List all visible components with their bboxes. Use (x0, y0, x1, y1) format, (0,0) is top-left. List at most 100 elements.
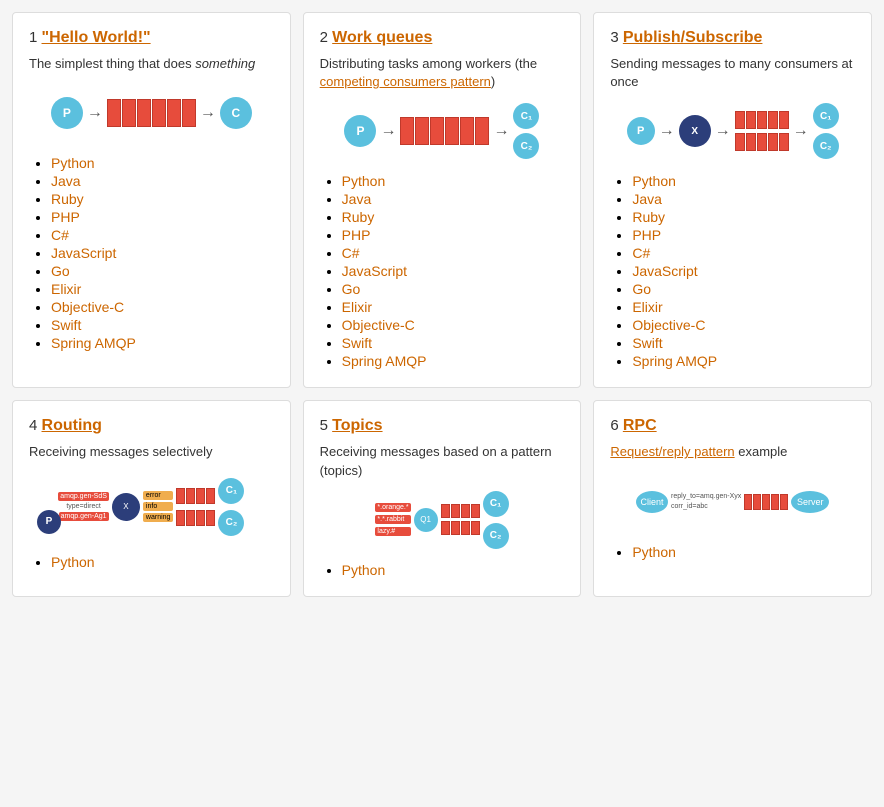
lang-link-javascript[interactable]: JavaScript (51, 245, 116, 261)
list-item: C# (51, 227, 274, 243)
lang-link-python[interactable]: Python (51, 554, 95, 570)
consumer-circle: C (220, 97, 252, 129)
card-2-title-link[interactable]: Work queues (332, 29, 432, 46)
list-item: C# (632, 245, 855, 261)
list-item: JavaScript (51, 245, 274, 261)
card-1-desc: The simplest thing that does something (29, 55, 274, 73)
list-item: Spring AMQP (632, 353, 855, 369)
list-item: PHP (342, 227, 565, 243)
lang-link-ruby[interactable]: Ruby (632, 209, 665, 225)
lang-link-javascript[interactable]: JavaScript (342, 263, 407, 279)
card-4-desc: Receiving messages selectively (29, 443, 274, 461)
lang-link-ruby[interactable]: Ruby (342, 209, 375, 225)
card-5-desc: Receiving messages based on a pattern (t… (320, 443, 565, 479)
card-4-title-link[interactable]: Routing (42, 417, 102, 434)
lang-link-php[interactable]: PHP (342, 227, 371, 243)
card-4-diagram: amqp.gen-SdS type=direct amqp.gen-Ag1 X … (29, 472, 274, 542)
card-1-diagram: P → → C (29, 83, 274, 143)
lang-link-ruby[interactable]: Ruby (51, 191, 84, 207)
competing-link[interactable]: competing consumers pattern (320, 74, 491, 89)
lang-link-c#[interactable]: C# (342, 245, 360, 261)
lang-link-go[interactable]: Go (51, 263, 70, 279)
lang-link-spring-amqp[interactable]: Spring AMQP (632, 353, 717, 369)
card-5-title-link[interactable]: Topics (332, 417, 382, 434)
lang-link-elixir[interactable]: Elixir (342, 299, 372, 315)
list-item: Swift (342, 335, 565, 351)
lang-link-java[interactable]: Java (51, 173, 81, 189)
list-item: Elixir (51, 281, 274, 297)
list-item: Python (51, 155, 274, 171)
lang-link-java[interactable]: Java (632, 191, 662, 207)
lang-link-swift[interactable]: Swift (51, 317, 81, 333)
lang-link-javascript[interactable]: JavaScript (632, 263, 697, 279)
lang-link-objective-c[interactable]: Objective-C (342, 317, 415, 333)
list-item: Python (51, 554, 274, 570)
consumer-2: C₂ (218, 510, 244, 536)
lang-link-c#[interactable]: C# (632, 245, 650, 261)
card-5: 5 TopicsReceiving messages based on a pa… (303, 400, 582, 596)
card-1: 1 "Hello World!" The simplest thing that … (12, 12, 291, 388)
lang-link-php[interactable]: PHP (51, 209, 80, 225)
list-item: Python (342, 562, 565, 578)
client-circle: Client (636, 491, 668, 513)
card-3: 3 Publish/Subscribe Sending messages to m… (593, 12, 872, 388)
list-item: Objective-C (342, 317, 565, 333)
lang-link-php[interactable]: PHP (632, 227, 661, 243)
producer-circle: P (627, 117, 655, 145)
card-5-diagram: *.orange.* *.*.rabbit lazy.# Q1 C₁ C₂ (320, 490, 565, 550)
card-6-title-link[interactable]: RPC (623, 417, 657, 434)
exchange-circle: Q1 (414, 508, 438, 532)
lang-link-go[interactable]: Go (342, 281, 361, 297)
list-item: Objective-C (632, 317, 855, 333)
rpc-link[interactable]: Request/reply pattern (610, 444, 734, 459)
card-5-lang-list: Python (320, 562, 565, 578)
card-6: 6 RPC Request/reply pattern example Clien… (593, 400, 872, 596)
list-item: Spring AMQP (342, 353, 565, 369)
server-circle: Server (791, 491, 829, 513)
lang-link-python[interactable]: Python (342, 562, 386, 578)
list-item: Go (632, 281, 855, 297)
card-4: 4 RoutingReceiving messages selectively … (12, 400, 291, 596)
card-3-diagram: P → X → → C₁ C₂ (610, 101, 855, 161)
list-item: Ruby (51, 191, 274, 207)
producer-circle: P (51, 97, 83, 129)
list-item: Go (51, 263, 274, 279)
card-2: 2 Work queuesDistributing tasks among wo… (303, 12, 582, 388)
lang-link-java[interactable]: Java (342, 191, 372, 207)
lang-link-python[interactable]: Python (632, 173, 676, 189)
card-1-lang-list: Python Java Ruby PHP C# JavaScript Go Elixir Obj… (29, 155, 274, 351)
card-3-title-link[interactable]: Publish/Subscribe (623, 29, 763, 46)
list-item: C# (342, 245, 565, 261)
list-item: Swift (51, 317, 274, 333)
lang-link-python[interactable]: Python (632, 544, 676, 560)
lang-link-elixir[interactable]: Elixir (51, 281, 81, 297)
consumer-group: C₁ C₂ (813, 103, 839, 159)
lang-link-swift[interactable]: Swift (632, 335, 662, 351)
card-2-diagram: P → → C₁ C₂ (320, 101, 565, 161)
card-6-header: 6 RPC (610, 417, 855, 435)
consumer-2: C₂ (483, 523, 509, 549)
lang-link-c#[interactable]: C# (51, 227, 69, 243)
lang-link-objective-c[interactable]: Objective-C (632, 317, 705, 333)
queue-block (400, 117, 489, 145)
card-1-title-link[interactable]: "Hello World!" (42, 29, 151, 46)
list-item: Ruby (632, 209, 855, 225)
list-item: Python (632, 173, 855, 189)
card-3-desc: Sending messages to many consumers at on… (610, 55, 855, 91)
producer-circle: P (344, 115, 376, 147)
lang-link-python[interactable]: Python (51, 155, 95, 171)
lang-link-spring-amqp[interactable]: Spring AMQP (342, 353, 427, 369)
lang-link-elixir[interactable]: Elixir (632, 299, 662, 315)
card-1-number: 1 (29, 29, 42, 46)
list-item: PHP (51, 209, 274, 225)
lang-link-python[interactable]: Python (342, 173, 386, 189)
lang-link-swift[interactable]: Swift (342, 335, 372, 351)
card-3-lang-list: Python Java Ruby PHP C# JavaScript Go Elixir Obj… (610, 173, 855, 369)
lang-link-objective-c[interactable]: Objective-C (51, 299, 124, 315)
card-1-header: 1 "Hello World!" (29, 29, 274, 47)
card-6-desc: Request/reply pattern example (610, 443, 855, 461)
list-item: Spring AMQP (51, 335, 274, 351)
lang-link-spring-amqp[interactable]: Spring AMQP (51, 335, 136, 351)
lang-link-go[interactable]: Go (632, 281, 651, 297)
card-3-header: 3 Publish/Subscribe (610, 29, 855, 47)
